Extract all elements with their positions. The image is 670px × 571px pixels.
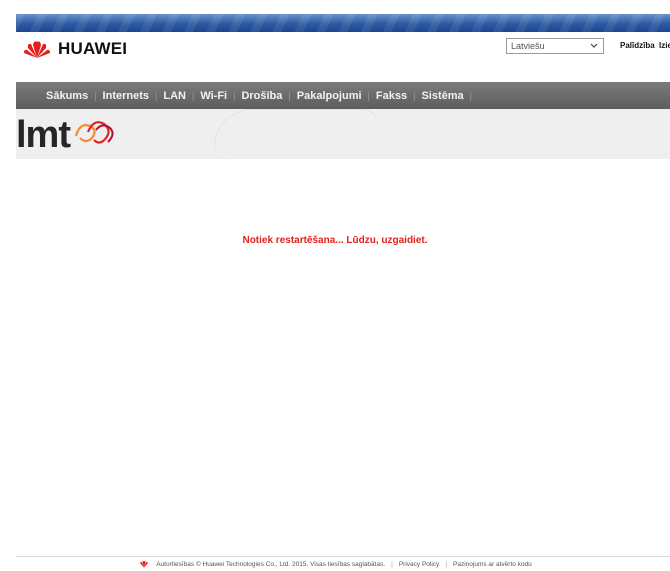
nav-separator: |: [413, 90, 416, 101]
lmt-ribbon-icon: [74, 121, 114, 144]
status-message: Notiek restartēšana... Lūdzu, uzgaidiet.: [242, 235, 428, 246]
nav-separator: |: [469, 90, 472, 101]
nav-item-home[interactable]: Sākums: [46, 90, 88, 102]
nav-item-lan[interactable]: LAN: [163, 90, 186, 102]
nav-item-internet[interactable]: Internets: [103, 90, 149, 102]
nav-separator: |: [233, 90, 236, 101]
chevron-down-icon: [590, 43, 598, 48]
nav-separator: |: [155, 90, 158, 101]
language-selected: Latviešu: [511, 41, 545, 51]
nav-item-security[interactable]: Drošība: [241, 90, 282, 102]
header: HUAWEI Latviešu Palīdzība Iziet: [16, 32, 670, 80]
logout-link[interactable]: Iziet: [659, 41, 670, 50]
nav-separator: |: [288, 90, 291, 101]
nav-separator: |: [367, 90, 370, 101]
footer-separator: |: [391, 560, 393, 568]
nav-separator: |: [191, 90, 195, 101]
copyright-text: Autortiesības © Huawei Technologies Co.,…: [156, 560, 386, 568]
brand-name: HUAWEI: [58, 39, 128, 58]
huawei-flower-icon: [140, 560, 148, 568]
top-banner: [16, 14, 670, 32]
footer-divider: [16, 556, 670, 557]
help-link[interactable]: Palīdzība: [620, 41, 655, 50]
nav-item-fax[interactable]: Fakss: [376, 90, 407, 102]
nav-separator: |: [94, 90, 97, 101]
nav-item-services[interactable]: Pakalpojumi: [297, 90, 362, 102]
huawei-flower-icon: [24, 41, 50, 58]
open-source-notice-link[interactable]: Paziņojums ar atvērto kodu: [453, 561, 532, 568]
main-navigation: Sākums | Internets | LAN | Wi-Fi | Drošī…: [16, 82, 670, 109]
huawei-logo: HUAWEI: [22, 39, 127, 59]
footer: Autortiesības © Huawei Technologies Co.,…: [0, 560, 670, 568]
footer-separator: |: [445, 560, 448, 568]
nav-item-wifi[interactable]: Wi-Fi: [200, 90, 227, 102]
lmt-logo: lmt: [16, 116, 118, 154]
privacy-policy-link[interactable]: Privacy Policy: [399, 561, 439, 568]
language-select[interactable]: Latviešu: [506, 38, 604, 54]
nav-item-system[interactable]: Sistēma: [421, 90, 463, 102]
top-whitespace: [0, 0, 670, 6]
lmt-logo-text: lmt: [16, 114, 71, 156]
